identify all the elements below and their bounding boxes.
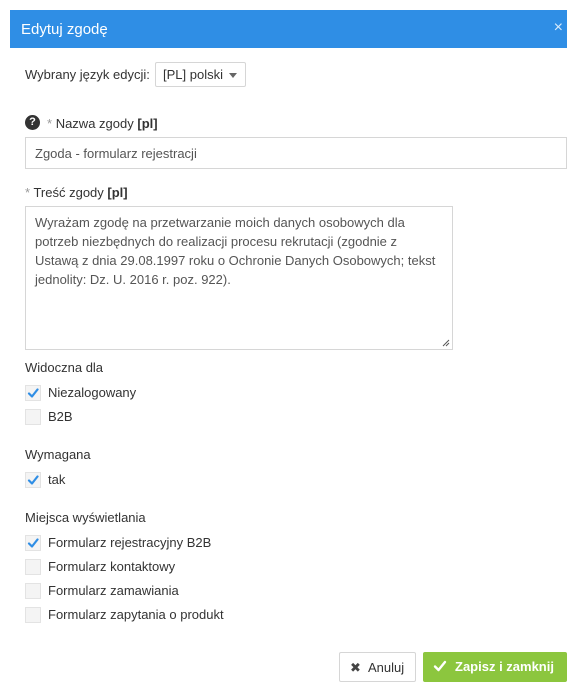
name-label-text: Nazwa zgody bbox=[55, 116, 134, 131]
language-select[interactable]: [PL] polski bbox=[155, 62, 246, 87]
content-field-label: * Treść zgody [pl] bbox=[25, 185, 128, 200]
required-mark: * bbox=[47, 116, 53, 131]
check-icon bbox=[27, 388, 39, 398]
checkbox[interactable] bbox=[25, 583, 41, 599]
checkbox[interactable] bbox=[25, 535, 41, 551]
checkbox-label: Formularz zamawiania bbox=[48, 583, 179, 598]
close-icon[interactable]: × bbox=[554, 19, 563, 37]
required-mark: * bbox=[25, 185, 31, 200]
required-title: Wymagana bbox=[25, 447, 91, 462]
content-lang-tag: [pl] bbox=[107, 185, 128, 200]
save-button-label: Zapisz i zamknij bbox=[455, 659, 554, 674]
display-places-title: Miejsca wyświetlania bbox=[25, 510, 146, 525]
content-label-text: Treść zgody bbox=[33, 185, 104, 200]
name-input[interactable]: Zgoda - formularz rejestracji bbox=[25, 137, 567, 169]
checkbox[interactable] bbox=[25, 607, 41, 623]
save-and-close-button[interactable]: Zapisz i zamknij bbox=[423, 652, 567, 682]
cancel-button[interactable]: ✖ Anuluj bbox=[339, 652, 416, 682]
check-icon bbox=[433, 660, 447, 672]
name-field-label: * Nazwa zgody [pl] bbox=[47, 116, 158, 131]
visible-for-title: Widoczna dla bbox=[25, 360, 104, 375]
dialog-title: Edytuj zgodę bbox=[21, 21, 108, 38]
content-textarea-value: Wyrażam zgodę na przetwarzanie moich dan… bbox=[35, 215, 436, 287]
checkbox-label: tak bbox=[48, 472, 66, 487]
content-textarea[interactable]: Wyrażam zgodę na przetwarzanie moich dan… bbox=[25, 206, 453, 350]
checkbox[interactable] bbox=[25, 409, 41, 425]
check-icon bbox=[27, 475, 39, 485]
cancel-button-label: Anuluj bbox=[368, 660, 405, 675]
checkbox[interactable] bbox=[25, 559, 41, 575]
checkbox-label: Formularz zapytania o produkt bbox=[48, 607, 224, 622]
dialog-header: Edytuj zgodę × bbox=[10, 10, 567, 48]
help-icon[interactable]: ? bbox=[25, 115, 40, 130]
resize-handle-icon[interactable] bbox=[442, 339, 450, 347]
checkbox-label: Formularz rejestracyjny B2B bbox=[48, 535, 212, 550]
checkbox-label: Niezalogowany bbox=[48, 385, 137, 400]
name-lang-tag: [pl] bbox=[137, 116, 158, 131]
checkbox[interactable] bbox=[25, 472, 41, 488]
language-label: Wybrany język edycji: bbox=[25, 67, 150, 82]
check-icon bbox=[27, 538, 39, 548]
checkbox-label: Formularz kontaktowy bbox=[48, 559, 176, 574]
checkbox-label: B2B bbox=[48, 409, 73, 424]
chevron-down-icon bbox=[229, 73, 237, 78]
close-icon: ✖ bbox=[350, 660, 361, 675]
checkbox[interactable] bbox=[25, 385, 41, 401]
language-select-value: [PL] polski bbox=[163, 67, 223, 82]
